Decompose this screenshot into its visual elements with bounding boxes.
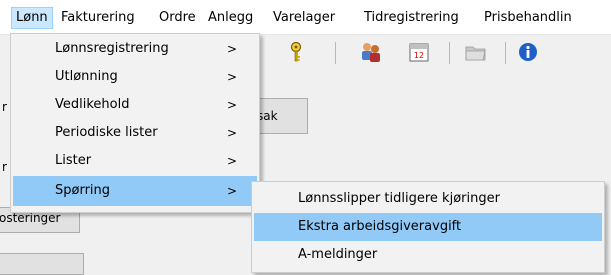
calendar-day: 12 xyxy=(414,51,424,60)
background-button[interactable] xyxy=(0,253,84,275)
sporring-submenu: Lønnsslipper tidligere kjøringer Ekstra … xyxy=(251,181,605,273)
menu-item-lonnsslipper[interactable]: Lønnsslipper tidligere kjøringer xyxy=(254,185,602,213)
menu-ordre[interactable]: Ordre xyxy=(159,8,196,28)
menu-item-label: Lister xyxy=(55,153,92,168)
menu-tidregistrering[interactable]: Tidregistrering xyxy=(364,8,459,28)
menu-item-label: Lønnsslipper tidligere kjøringer xyxy=(298,191,500,206)
menu-item-periodiske-lister[interactable]: Periodiske lister > xyxy=(13,120,257,146)
submenu-arrow-icon: > xyxy=(226,70,237,84)
lonn-menu: Lønnsregistrering > Utlønning > Vedlikeh… xyxy=(10,33,260,213)
menu-item-label: A-meldinger xyxy=(298,247,378,262)
menu-item-utlonning[interactable]: Utlønning > xyxy=(13,64,257,90)
menu-item-label: Lønnsregistrering xyxy=(55,41,169,56)
toolbar-separator xyxy=(505,42,506,64)
folder-icon[interactable] xyxy=(463,39,489,65)
submenu-arrow-icon: > xyxy=(226,42,237,56)
menu-item-sporring[interactable]: Spørring > xyxy=(13,176,257,206)
menu-item-vedlikehold[interactable]: Vedlikehold > xyxy=(13,92,257,118)
key-icon[interactable] xyxy=(283,39,309,65)
menu-fakturering[interactable]: Fakturering xyxy=(61,8,135,28)
menu-item-a-meldinger[interactable]: A-meldinger xyxy=(254,242,602,268)
toolbar-separator xyxy=(335,42,336,64)
menu-lonn[interactable]: Lønn xyxy=(11,7,53,29)
menu-bar: Lønn Fakturering Ordre Anlegg Varelager … xyxy=(0,0,611,35)
menu-varelager[interactable]: Varelager xyxy=(273,8,335,28)
menu-item-label: Vedlikehold xyxy=(55,97,130,112)
menu-item-lonnsregistrering[interactable]: Lønnsregistrering > xyxy=(13,36,257,62)
users-icon[interactable] xyxy=(358,39,384,65)
submenu-arrow-icon: > xyxy=(226,184,237,198)
menu-item-lister[interactable]: Lister > xyxy=(13,148,257,174)
menu-item-label: Periodiske lister xyxy=(55,125,158,140)
menu-item-label: Ekstra arbeidsgiveravgift xyxy=(298,219,462,234)
background-label-fragment: r xyxy=(2,160,7,174)
submenu-arrow-icon: > xyxy=(226,98,237,112)
menu-item-label: Utlønning xyxy=(55,69,118,84)
calendar-icon[interactable]: 12 xyxy=(406,39,432,65)
info-icon[interactable] xyxy=(515,39,541,65)
menu-anlegg[interactable]: Anlegg xyxy=(208,8,253,28)
menu-item-ekstra-arbeidsgiveravgift[interactable]: Ekstra arbeidsgiveravgift xyxy=(254,213,602,241)
menu-item-label: Spørring xyxy=(55,183,111,198)
toolbar-separator xyxy=(449,42,450,64)
submenu-arrow-icon: > xyxy=(226,154,237,168)
background-label-fragment: r xyxy=(2,100,7,114)
submenu-arrow-icon: > xyxy=(226,126,237,140)
menu-prisbehandling[interactable]: Prisbehandlin xyxy=(484,8,572,28)
